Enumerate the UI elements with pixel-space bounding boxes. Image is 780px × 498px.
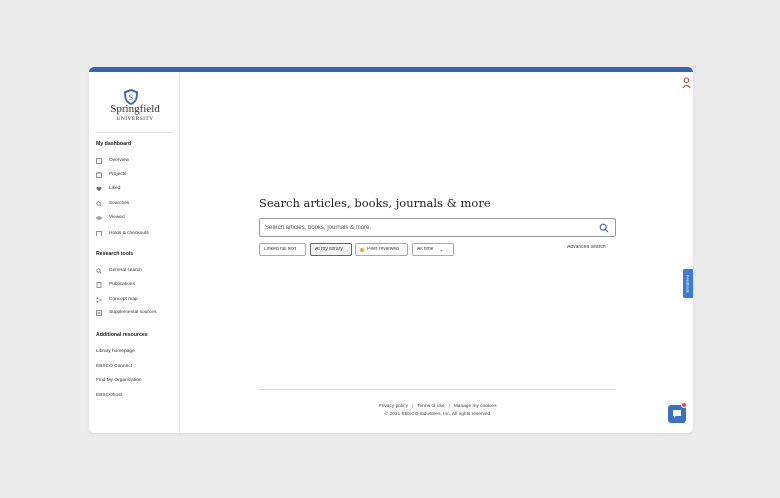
- sidebar-link-ebsco-connect[interactable]: EBSCO Connect: [96, 362, 132, 371]
- svg-text:S: S: [129, 93, 133, 102]
- footer-links: Privacy policy | Terms of use | Manage m…: [259, 404, 616, 409]
- holds-icon: [96, 231, 102, 236]
- manage-cookies-link[interactable]: Manage my cookies: [454, 404, 497, 409]
- user-profile-icon[interactable]: [682, 77, 691, 89]
- sidebar-item-supplemental-sources[interactable]: Supplemental sources: [96, 308, 156, 317]
- sidebar-divider: [95, 132, 173, 133]
- search-icon: [96, 267, 102, 274]
- university-logo-name[interactable]: Springfield: [94, 103, 176, 115]
- footer-separator: |: [448, 404, 450, 409]
- chat-bubble-icon: [673, 410, 681, 418]
- search-input[interactable]: [265, 224, 585, 231]
- chevron-down-icon: ⌄: [439, 246, 444, 253]
- copyright-text: © 2021 EBSCO Industries, Inc. All rights…: [384, 412, 491, 417]
- research-tools-heading: Research tools: [96, 251, 134, 257]
- heart-icon: [96, 186, 102, 192]
- sidebar-item-liked[interactable]: Liked: [96, 184, 120, 193]
- sidebar-item-label: Concept map: [109, 297, 138, 302]
- projects-icon: [96, 171, 102, 178]
- page-title: Search articles, books, journals & more: [259, 196, 491, 210]
- advanced-search-link[interactable]: Advanced search: [567, 245, 606, 249]
- filter-peer-reviewed[interactable]: Peer reviewed: [355, 243, 408, 256]
- sidebar-item-label: Publications: [109, 282, 135, 287]
- sidebar-item-viewed[interactable]: Viewed: [96, 213, 125, 222]
- filter-linked-full-text[interactable]: Linked full text: [259, 243, 306, 256]
- sidebar-item-general-search[interactable]: General search: [96, 266, 142, 275]
- supplemental-icon: [96, 309, 102, 316]
- chat-notification-badge: [681, 402, 687, 408]
- overview-icon: [96, 157, 102, 164]
- sidebar-item-label: Overview: [109, 158, 129, 163]
- filter-all-time-dropdown[interactable]: All time ⌄: [412, 243, 454, 256]
- search-icon[interactable]: [599, 223, 609, 233]
- search-icon: [96, 200, 102, 207]
- sidebar-item-publications[interactable]: Publications: [96, 280, 135, 289]
- app-window: S Springfield UNIVERSITY My dashboard Ov…: [89, 67, 693, 433]
- sidebar-link-ebscohost[interactable]: EBSCOhost: [96, 391, 122, 400]
- sidebar-item-searches[interactable]: Searches: [96, 199, 129, 208]
- sidebar-item-label: Viewed: [109, 215, 125, 220]
- sidebar-item-label: Searches: [109, 201, 130, 206]
- sidebar-item-overview[interactable]: Overview: [96, 156, 129, 165]
- my-dashboard-heading: My dashboard: [96, 141, 132, 147]
- footer-divider: [259, 389, 616, 390]
- sidebar-item-label: Liked: [109, 186, 121, 191]
- sidebar-link-library-homepage[interactable]: Library homepage: [96, 347, 135, 356]
- sidebar-item-label: General search: [109, 268, 142, 273]
- university-logo-sub: UNIVERSITY: [116, 116, 154, 122]
- sidebar-item-concept-map[interactable]: Concept map: [96, 295, 138, 304]
- footer-separator: |: [411, 404, 414, 409]
- sidebar-item-holds-checkouts[interactable]: Holds & checkouts: [96, 231, 149, 236]
- eye-icon: [96, 215, 102, 221]
- filter-label: Linked full text: [264, 246, 296, 251]
- filter-label: Peer reviewed: [367, 246, 399, 251]
- additional-resources-heading: Additional resources: [96, 332, 148, 338]
- terms-of-use-link[interactable]: Terms of use: [417, 404, 444, 409]
- sidebar: S Springfield UNIVERSITY My dashboard Ov…: [89, 72, 180, 433]
- filter-at-my-library[interactable]: At my library: [310, 243, 352, 256]
- publication-icon: [96, 281, 102, 288]
- feedback-tab[interactable]: Feedback: [683, 269, 693, 298]
- sidebar-item-label: Supplemental sources: [109, 310, 157, 315]
- sidebar-link-find-my-organization[interactable]: Find My Organization: [96, 376, 142, 385]
- sidebar-item-label: Projects: [109, 172, 127, 177]
- concept-map-icon: [96, 296, 102, 303]
- sidebar-item-label: Holds & checkouts: [109, 231, 149, 236]
- privacy-policy-link[interactable]: Privacy policy: [379, 404, 408, 409]
- filter-label: At my library: [315, 246, 343, 251]
- peer-reviewed-dot-icon: [360, 247, 364, 252]
- filter-label: All time: [417, 246, 434, 251]
- sidebar-item-projects[interactable]: Projects: [96, 170, 126, 179]
- search-box: [259, 218, 616, 237]
